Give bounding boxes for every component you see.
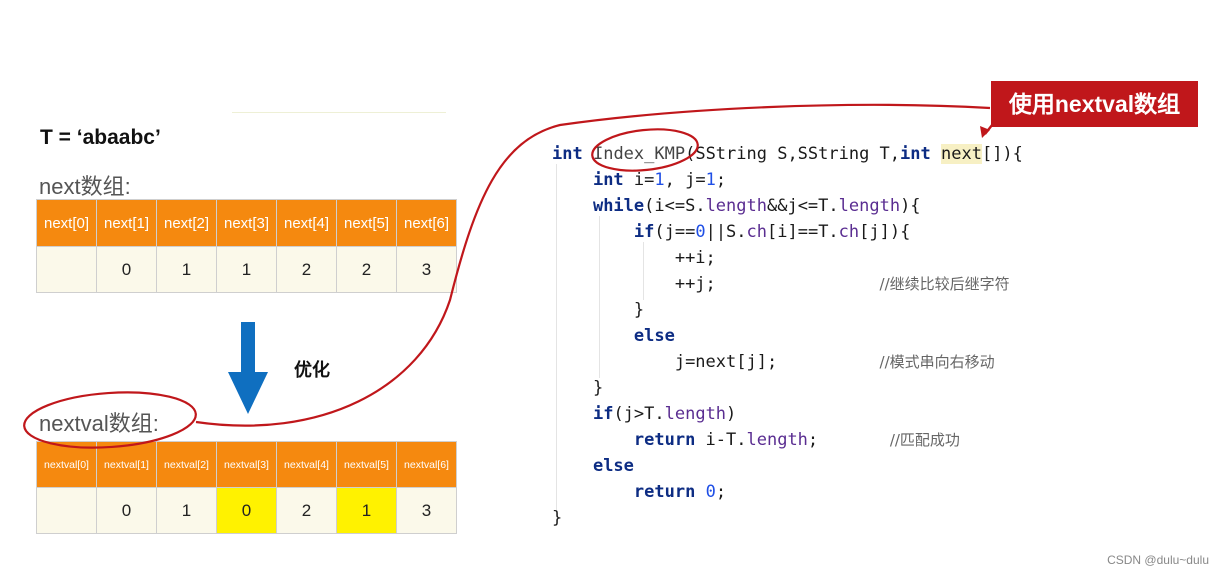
index-kmp-circle xyxy=(591,128,699,172)
annotation-overlay xyxy=(23,103,997,449)
watermark: CSDN @dulu~dulu xyxy=(1107,553,1209,567)
nextval-label-circle xyxy=(23,391,197,449)
